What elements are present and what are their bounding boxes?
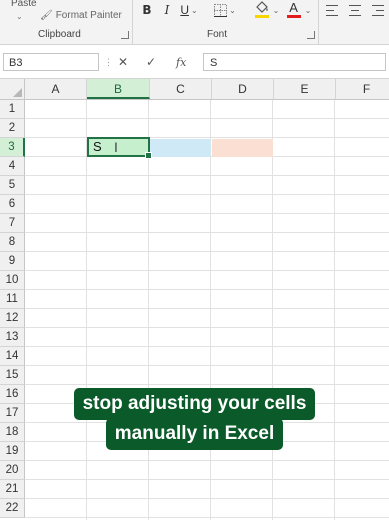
chevron-down-icon: ⌄ bbox=[304, 5, 312, 15]
row-header-17[interactable]: 17 bbox=[0, 404, 25, 423]
row-header-7[interactable]: 7 bbox=[0, 214, 25, 233]
underline-label: U bbox=[180, 3, 189, 17]
row-header-4[interactable]: 4 bbox=[0, 157, 25, 176]
cell-b3-text: S bbox=[93, 139, 102, 154]
align-middle-icon bbox=[349, 4, 361, 6]
row-header-12[interactable]: 12 bbox=[0, 309, 25, 328]
row-header-15[interactable]: 15 bbox=[0, 366, 25, 385]
format-painter-label: Format Painter bbox=[55, 10, 122, 21]
chevron-down-icon: ⌄ bbox=[229, 5, 236, 15]
column-header-a[interactable]: A bbox=[25, 79, 87, 99]
cell-d3[interactable] bbox=[212, 139, 273, 157]
font-color-icon: A bbox=[285, 1, 303, 19]
chevron-down-icon: ⌄ bbox=[190, 5, 198, 15]
align-bottom-button[interactable] bbox=[370, 1, 384, 19]
row-header-8[interactable]: 8 bbox=[0, 233, 25, 252]
row-header-22[interactable]: 22 bbox=[0, 499, 25, 518]
row-header-18[interactable]: 18 bbox=[0, 423, 25, 442]
insert-function-icon[interactable]: fx bbox=[176, 53, 186, 71]
row-header-13[interactable]: 13 bbox=[0, 328, 25, 347]
align-bottom-icon bbox=[372, 4, 384, 6]
clipboard-dialog-launcher-icon[interactable] bbox=[121, 31, 129, 39]
row-header-20[interactable]: 20 bbox=[0, 461, 25, 480]
column-header-c[interactable]: C bbox=[150, 79, 212, 99]
text-cursor-icon: Ι bbox=[114, 139, 118, 155]
row-header-5[interactable]: 5 bbox=[0, 176, 25, 195]
paste-dropdown-icon[interactable]: ⌄ bbox=[16, 12, 23, 21]
ribbon-separator bbox=[318, 0, 319, 44]
row-header-11[interactable]: 11 bbox=[0, 290, 25, 309]
cancel-icon[interactable]: ✕ bbox=[118, 53, 128, 71]
row-header-14[interactable]: 14 bbox=[0, 347, 25, 366]
bold-button[interactable]: B bbox=[140, 1, 154, 19]
select-all-corner[interactable] bbox=[0, 79, 25, 99]
row-header-2[interactable]: 2 bbox=[0, 119, 25, 138]
column-header-e[interactable]: E bbox=[274, 79, 336, 99]
row-header-6[interactable]: 6 bbox=[0, 195, 25, 214]
row-header-19[interactable]: 19 bbox=[0, 442, 25, 461]
fill-bucket-icon bbox=[253, 1, 271, 19]
fill-color-button[interactable]: ⌄ bbox=[251, 1, 281, 19]
font-color-swatch bbox=[286, 15, 301, 18]
row-header-3[interactable]: 3 bbox=[0, 138, 25, 157]
name-box[interactable]: B3 bbox=[3, 53, 99, 71]
align-top-icon bbox=[326, 4, 338, 6]
clipboard-group-label: Clipboard bbox=[38, 29, 81, 40]
italic-button[interactable]: I bbox=[160, 1, 174, 19]
row-header-1[interactable]: 1 bbox=[0, 100, 25, 119]
font-color-button[interactable]: A ⌄ bbox=[283, 1, 313, 19]
ribbon-separator bbox=[132, 0, 133, 44]
vertical-ellipsis-icon[interactable]: ⋮ bbox=[104, 53, 113, 71]
column-header-f[interactable]: F bbox=[336, 79, 389, 99]
underline-button[interactable]: U ⌄ bbox=[178, 1, 200, 19]
worksheet-grid: A B C D E F 1 2 3 4 5 6 7 8 9 10 11 12 13 14 15 16 17 18 1… bbox=[0, 79, 389, 520]
paintbrush-icon: 🖌 bbox=[40, 10, 53, 21]
align-middle-button[interactable] bbox=[348, 1, 362, 19]
row-header-10[interactable]: 10 bbox=[0, 271, 25, 290]
paste-label: Paste bbox=[11, 0, 37, 9]
active-cell-b3[interactable]: S Ι bbox=[87, 137, 152, 159]
formula-bar: B3 ⋮ ✕ ✓ fx S bbox=[0, 45, 389, 79]
font-dialog-launcher-icon[interactable] bbox=[307, 31, 315, 39]
cell-c3[interactable] bbox=[150, 139, 211, 157]
borders-icon bbox=[214, 3, 228, 17]
format-painter-button[interactable]: 🖌 Format Painter bbox=[40, 10, 122, 21]
row-header-21[interactable]: 21 bbox=[0, 480, 25, 499]
borders-button[interactable]: ⌄ bbox=[210, 1, 240, 19]
row-header-9[interactable]: 9 bbox=[0, 252, 25, 271]
font-group-label: Font bbox=[207, 29, 228, 40]
fill-color-swatch bbox=[254, 15, 269, 18]
column-header-row: A B C D E F bbox=[0, 79, 389, 100]
row-header-16[interactable]: 16 bbox=[0, 385, 25, 404]
formula-input[interactable]: S bbox=[203, 53, 386, 71]
cell-area[interactable] bbox=[25, 100, 389, 520]
column-header-b[interactable]: B bbox=[87, 79, 150, 99]
ribbon: Paste ⌄ 🖌 Format Painter Clipboard B I U… bbox=[0, 0, 389, 45]
enter-icon[interactable]: ✓ bbox=[146, 53, 156, 71]
align-top-button[interactable] bbox=[326, 1, 340, 19]
column-header-d[interactable]: D bbox=[212, 79, 274, 99]
chevron-down-icon: ⌄ bbox=[272, 5, 280, 15]
